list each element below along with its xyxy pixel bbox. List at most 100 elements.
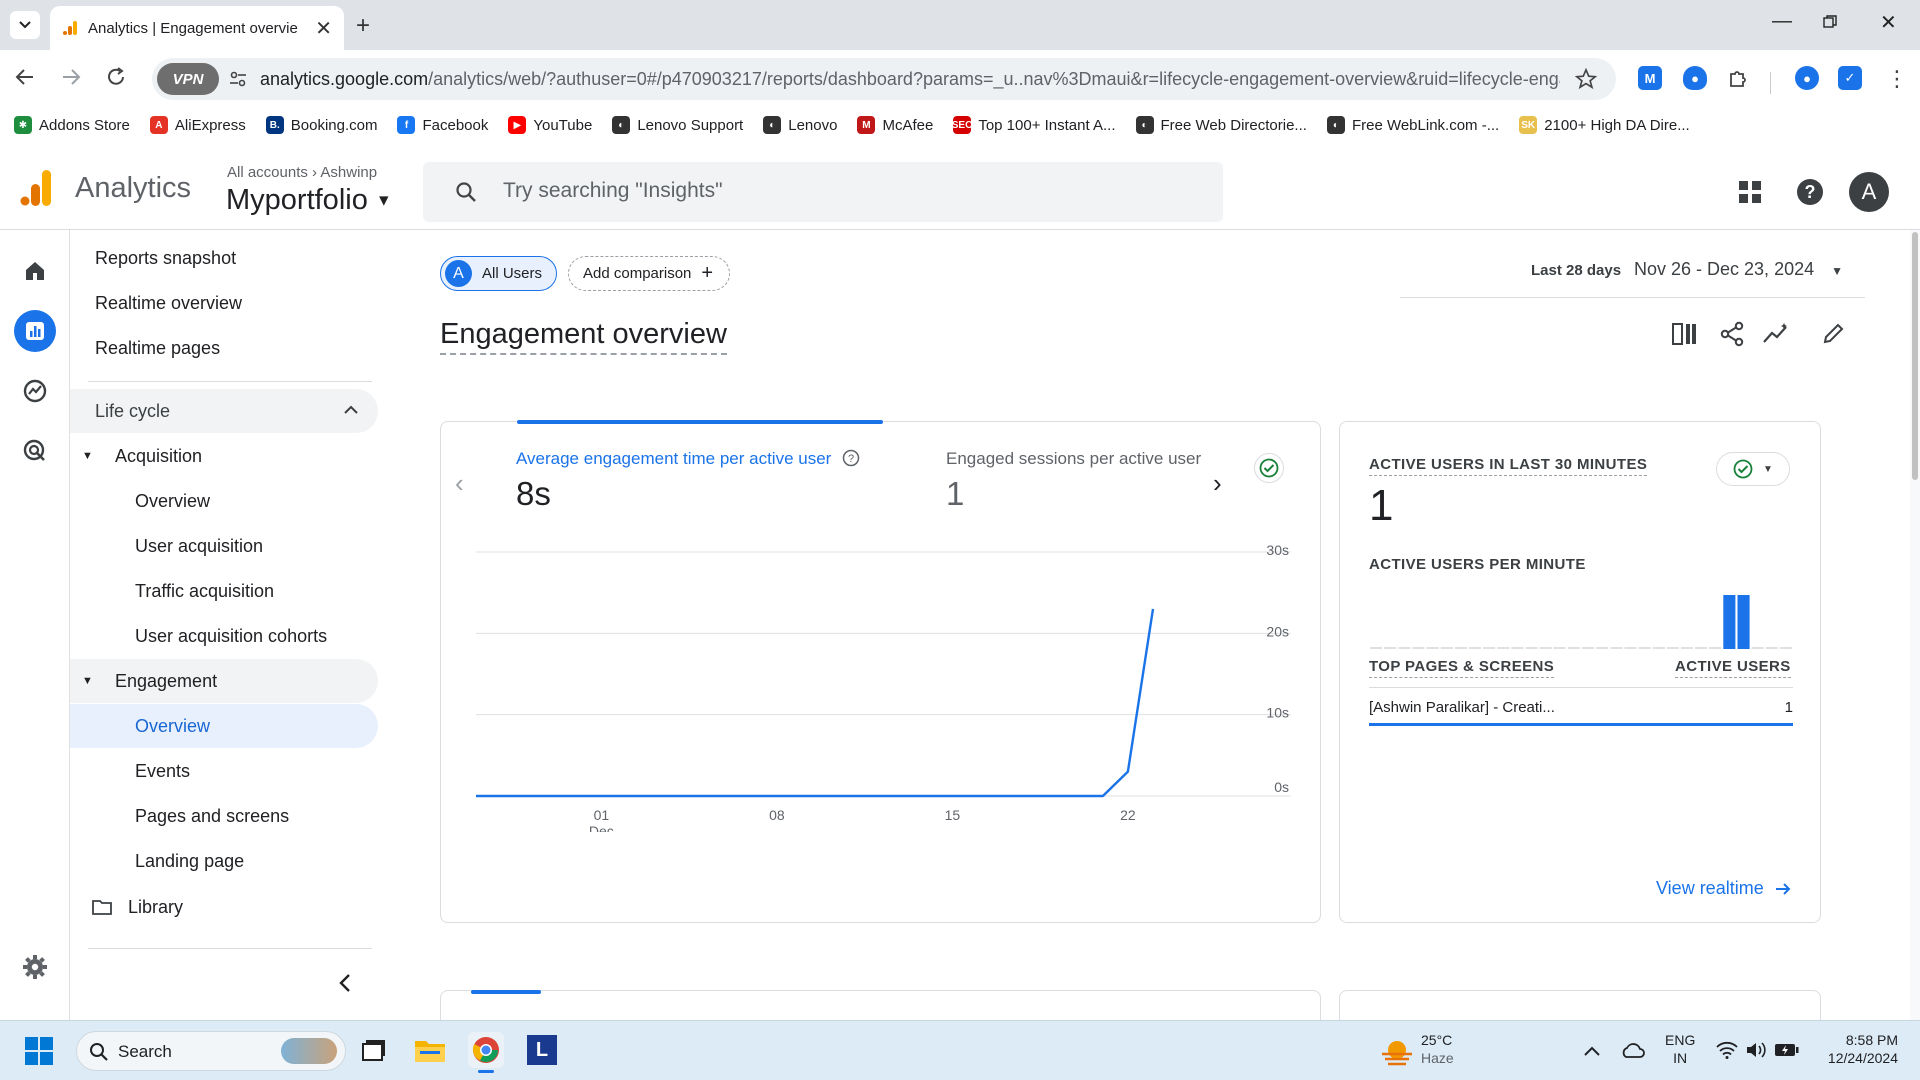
nav-user-acquisition[interactable]: User acquisition	[70, 524, 378, 568]
share-icon[interactable]	[1719, 321, 1745, 347]
minute-bar	[1610, 647, 1623, 649]
volume-icon[interactable]	[1745, 1041, 1767, 1059]
site-settings-icon[interactable]	[228, 69, 248, 94]
realtime-title[interactable]: ACTIVE USERS IN LAST 30 MINUTES	[1369, 456, 1648, 476]
advertising-icon[interactable]	[14, 430, 56, 472]
help-icon[interactable]: ?	[1796, 178, 1824, 206]
top-pages-header[interactable]: TOP PAGES & SCREENS	[1369, 658, 1555, 678]
extension-shield-icon[interactable]: ●	[1683, 66, 1707, 90]
clock[interactable]: 8:58 PM 12/24/2024	[1814, 1031, 1898, 1067]
chevron-up-icon[interactable]	[1584, 1046, 1600, 1056]
file-explorer-icon[interactable]	[412, 1032, 448, 1068]
more-menu-icon[interactable]: ⋮	[1886, 66, 1908, 92]
minimize-icon[interactable]: —	[1772, 10, 1792, 33]
nav-realtime-pages[interactable]: Realtime pages	[70, 326, 378, 370]
compare-view-icon[interactable]	[1672, 322, 1698, 346]
extension-m-icon[interactable]: M	[1638, 66, 1662, 90]
prev-metric-icon[interactable]: ‹	[455, 468, 464, 499]
home-icon[interactable]	[14, 250, 56, 292]
table-row[interactable]: [Ashwin Paralikar] - Creati... 1	[1369, 695, 1793, 723]
weather-haze-icon[interactable]	[1380, 1037, 1414, 1067]
search-bar[interactable]: Try searching "Insights"	[423, 162, 1223, 222]
realtime-quality-dropdown[interactable]: ▼	[1716, 452, 1790, 486]
reload-icon[interactable]	[105, 66, 127, 95]
nav-acq-overview[interactable]: Overview	[70, 479, 378, 523]
settings-gear-icon[interactable]	[14, 946, 56, 988]
view-realtime-link[interactable]: View realtime	[1656, 878, 1792, 899]
bookmark-item[interactable]: ✱ Addons Store	[14, 116, 130, 134]
back-icon[interactable]	[14, 66, 36, 95]
tab-search-button[interactable]	[10, 11, 40, 39]
bookmark-item[interactable]: A AliExpress	[149, 116, 246, 134]
account-avatar[interactable]: A	[1849, 172, 1889, 212]
shield-check-icon[interactable]: ✓	[1838, 66, 1862, 90]
app-name[interactable]: Analytics	[75, 172, 191, 205]
nav-landing-page[interactable]: Landing page	[70, 839, 378, 883]
bookmark-item[interactable]: B. Booking.com	[265, 116, 377, 134]
omnibox[interactable]: VPN analytics.google.com/analytics/web/?…	[152, 58, 1616, 100]
account-breadcrumb[interactable]: All accounts › Ashwinp	[227, 164, 377, 181]
nav-engagement[interactable]: ▼ Engagement	[70, 659, 378, 703]
nav-pages-and-screens[interactable]: Pages and screens	[70, 794, 378, 838]
wifi-icon[interactable]	[1716, 1041, 1738, 1059]
segment-chip-all-users[interactable]: A All Users	[440, 256, 557, 291]
date-range-picker[interactable]: Nov 26 - Dec 23, 2024 ▼	[1634, 259, 1843, 280]
battery-charging-icon[interactable]	[1774, 1041, 1800, 1059]
weather-widget[interactable]: 25°C Haze	[1421, 1031, 1454, 1067]
next-metric-icon[interactable]: ›	[1213, 468, 1222, 499]
nav-eng-overview[interactable]: Overview	[70, 704, 378, 748]
bookmark-star-icon[interactable]	[1574, 67, 1598, 95]
window-close-icon[interactable]: ✕	[1880, 10, 1897, 35]
insights-icon[interactable]	[1762, 322, 1792, 346]
onedrive-sync-icon[interactable]	[1620, 1041, 1646, 1061]
metric-avg-engagement-time[interactable]: Average engagement time per active user …	[516, 449, 860, 469]
nav-section-lifecycle[interactable]: Life cycle	[70, 389, 378, 433]
edit-pencil-icon[interactable]	[1822, 321, 1846, 345]
new-tab-button[interactable]: +	[356, 12, 370, 40]
bookmark-item[interactable]: f Facebook	[397, 116, 488, 134]
add-comparison-button[interactable]: Add comparison +	[568, 256, 730, 291]
chrome-taskbar-icon[interactable]	[468, 1032, 504, 1073]
active-users-header[interactable]: ACTIVE USERS	[1675, 658, 1791, 678]
forward-icon[interactable]	[60, 66, 82, 95]
restore-icon[interactable]	[1823, 12, 1837, 35]
url-text[interactable]: analytics.google.com/analytics/web/?auth…	[260, 69, 1560, 90]
profile-icon[interactable]: ●	[1795, 66, 1819, 90]
nav-traffic-acquisition[interactable]: Traffic acquisition	[70, 569, 378, 613]
nav-acquisition[interactable]: ▼ Acquisition	[70, 434, 378, 478]
extensions-puzzle-icon[interactable]	[1727, 66, 1751, 95]
property-selector[interactable]: Myportfolio ▼	[226, 184, 392, 217]
language-indicator[interactable]: ENG IN	[1665, 1031, 1695, 1067]
bookmark-item[interactable]: SEO Top 100+ Instant A...	[952, 116, 1116, 134]
apps-grid-icon[interactable]	[1738, 180, 1762, 204]
bookmark-item[interactable]: ◐ Lenovo	[763, 116, 837, 134]
bookmark-item[interactable]: M McAfee	[857, 116, 933, 134]
nav-events[interactable]: Events	[70, 749, 378, 793]
bookmark-item[interactable]: ▶ YouTube	[508, 116, 592, 134]
collapse-nav-icon[interactable]	[338, 973, 352, 993]
reports-icon[interactable]	[14, 310, 56, 352]
page-title[interactable]: Engagement overview	[440, 318, 727, 355]
page-scrollbar-thumb[interactable]	[1912, 232, 1918, 480]
all-accounts-link[interactable]: All accounts	[227, 164, 308, 181]
data-quality-check-icon[interactable]	[1254, 453, 1284, 483]
tab-analytics[interactable]: Analytics | Engagement overview ✕	[50, 6, 344, 50]
lenovo-app-icon[interactable]: L	[524, 1032, 560, 1068]
nav-library[interactable]: Library	[70, 885, 378, 929]
nav-realtime-overview[interactable]: Realtime overview	[70, 281, 378, 325]
task-view-icon[interactable]	[356, 1032, 392, 1068]
tab-close-icon[interactable]: ✕	[315, 16, 332, 41]
vpn-badge[interactable]: VPN	[157, 63, 219, 95]
windows-start-icon[interactable]	[25, 1037, 53, 1065]
help-outline-icon[interactable]: ?	[842, 449, 860, 467]
nav-user-acquisition-cohorts[interactable]: User acquisition cohorts	[70, 614, 378, 658]
bookmark-item[interactable]: ◐ Free WebLink.com -...	[1326, 116, 1499, 134]
metric-engaged-sessions[interactable]: Engaged sessions per active user	[946, 449, 1201, 469]
bookmark-item[interactable]: ◐ Lenovo Support	[612, 116, 743, 134]
nav-reports-snapshot[interactable]: Reports snapshot	[70, 236, 378, 280]
analytics-logo-icon[interactable]	[20, 170, 52, 206]
bookmark-item[interactable]: SK 2100+ High DA Dire...	[1519, 116, 1690, 134]
bookmark-item[interactable]: ◐ Free Web Directorie...	[1135, 116, 1307, 134]
taskbar-search[interactable]: Search	[76, 1031, 346, 1071]
explore-icon[interactable]	[14, 370, 56, 412]
